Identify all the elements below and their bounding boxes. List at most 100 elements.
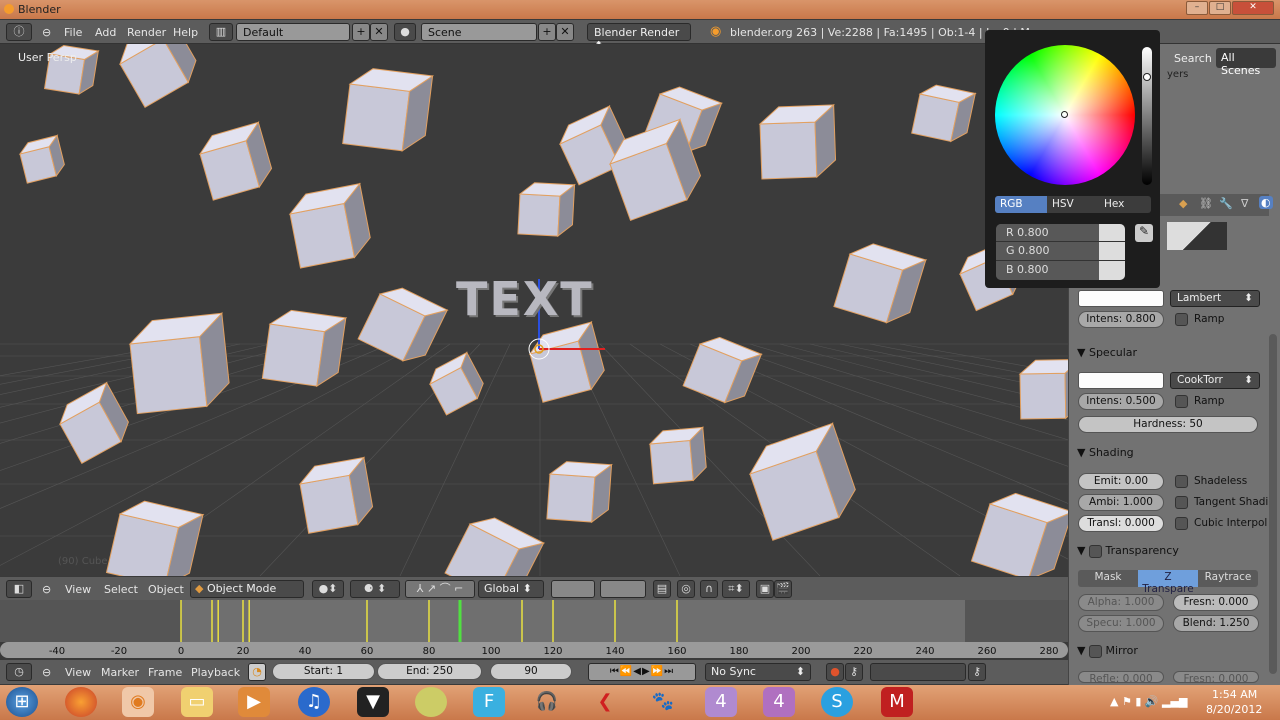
maximize-button[interactable]: □ bbox=[1209, 1, 1231, 15]
render-opengl-icon[interactable]: ▣ bbox=[756, 580, 774, 598]
cube-object[interactable] bbox=[113, 44, 204, 108]
mirror-header[interactable]: ▼ Mirror bbox=[1077, 644, 1138, 658]
menu-playback[interactable]: Playback bbox=[191, 666, 240, 679]
lock-layers-icon[interactable]: ▤ bbox=[653, 580, 671, 598]
menu-view[interactable]: View bbox=[65, 666, 91, 679]
skype-icon[interactable]: S bbox=[821, 687, 853, 717]
preview-range-icon[interactable]: ◔ bbox=[248, 663, 266, 681]
cube-object[interactable] bbox=[196, 121, 275, 201]
cube-object[interactable] bbox=[546, 461, 613, 524]
emit-field[interactable]: Emit: 0.00 bbox=[1078, 473, 1164, 490]
3d-viewport[interactable]: User Persp TEXT (90) Cube bbox=[0, 44, 1068, 576]
hardness-field[interactable]: Hardness: 50 bbox=[1078, 416, 1258, 433]
scene-field[interactable]: Scene bbox=[421, 23, 537, 41]
collapse-icon[interactable]: ⊖ bbox=[42, 26, 51, 39]
diffuse-ramp-checkbox[interactable] bbox=[1175, 313, 1188, 326]
mcafee-icon[interactable]: M bbox=[881, 687, 913, 717]
viewport-shading-icon[interactable]: ●⬍ bbox=[312, 580, 344, 598]
cube-object[interactable] bbox=[970, 487, 1068, 576]
mirror-checkbox[interactable] bbox=[1088, 644, 1102, 658]
scene-icon[interactable]: ● bbox=[394, 23, 416, 41]
menu-view[interactable]: View bbox=[65, 583, 91, 596]
outliner-filter-select[interactable]: All Scenes bbox=[1216, 48, 1276, 77]
cube-object[interactable] bbox=[342, 66, 434, 153]
transparency-checkbox[interactable] bbox=[1088, 544, 1102, 558]
transparency-fresnel-field[interactable]: Fresn: 0.000 bbox=[1173, 594, 1259, 611]
object-tab-icon[interactable]: ◆ bbox=[1179, 197, 1187, 210]
tab-rgb[interactable]: RGB bbox=[995, 196, 1047, 213]
sync-mode-select[interactable]: No Sync ⬍ bbox=[705, 663, 811, 681]
outliner-search[interactable]: Search bbox=[1174, 52, 1212, 65]
cube-object[interactable] bbox=[425, 351, 488, 416]
menu-render[interactable]: Render bbox=[127, 26, 166, 39]
explorer-icon[interactable]: ▭ bbox=[181, 687, 213, 717]
snap-icon[interactable]: ∩ bbox=[700, 580, 718, 598]
transparency-header[interactable]: ▼ Transparency bbox=[1077, 544, 1179, 558]
manipulator-icons[interactable]: ⅄ ↗ ⌒ ⌐ bbox=[405, 580, 475, 598]
diffuse-shader-select[interactable]: Lambert ⬍ bbox=[1170, 290, 1260, 307]
app-icon-4b[interactable]: 4 bbox=[763, 687, 795, 717]
media-player-icon[interactable]: ▶ bbox=[238, 687, 270, 717]
mode-z-transparency[interactable]: Z Transpare bbox=[1138, 570, 1198, 595]
add-screen-button[interactable]: + bbox=[352, 23, 370, 41]
snap-element-icon[interactable]: ⌗⬍ bbox=[722, 580, 750, 598]
gimp-icon[interactable]: 🐾 bbox=[647, 687, 679, 717]
menu-frame[interactable]: Frame bbox=[148, 666, 182, 679]
start-frame-field[interactable]: Start: 1 bbox=[272, 663, 375, 680]
system-tray-icons[interactable]: ▲ ⚑ ▮ 🔊 ▂▄▆ bbox=[1110, 695, 1187, 708]
hue-saturation-wheel[interactable] bbox=[995, 45, 1135, 185]
transform-orientation-select[interactable]: Global ⬍ bbox=[478, 580, 544, 598]
ambient-slider[interactable]: Ambi: 1.000 bbox=[1078, 494, 1164, 511]
record-icon[interactable]: ● bbox=[826, 663, 844, 681]
cube-object[interactable] bbox=[18, 134, 67, 184]
material-tab-icon[interactable]: ◐ bbox=[1259, 196, 1273, 209]
tab-hex[interactable]: Hex bbox=[1099, 196, 1151, 213]
screen-layout-field[interactable]: Default bbox=[236, 23, 350, 41]
end-frame-field[interactable]: End: 250 bbox=[377, 663, 482, 680]
delete-screen-button[interactable]: ✕ bbox=[370, 23, 388, 41]
blender-taskbar-icon[interactable]: ◉ bbox=[122, 687, 154, 717]
red-slider[interactable]: R 0.800 bbox=[996, 224, 1125, 242]
keying-set-field[interactable] bbox=[870, 663, 966, 681]
alpha-slider[interactable]: Alpha: 1.000 bbox=[1078, 594, 1164, 611]
modifier-tab-icon[interactable]: 🔧 bbox=[1219, 197, 1233, 210]
render-engine-select[interactable]: Blender Render ⬍ bbox=[587, 23, 691, 52]
audacity-icon[interactable]: 🎧 bbox=[531, 687, 563, 717]
cube-object[interactable] bbox=[53, 381, 134, 465]
cube-object[interactable] bbox=[297, 456, 375, 534]
frame-ruler[interactable]: -40 -20 0 20 40 60 80 100 120 140 160 180 200 220 240 2… bbox=[0, 642, 1068, 658]
editor-type-3d-icon[interactable]: ◧ bbox=[6, 580, 32, 598]
diffuse-intensity-slider[interactable]: Intens: 0.800 bbox=[1078, 311, 1164, 328]
value-slider-handle[interactable] bbox=[1143, 72, 1151, 81]
diffuse-color-swatch[interactable] bbox=[1078, 290, 1164, 307]
cube-object[interactable] bbox=[758, 103, 837, 180]
reflectivity-slider[interactable]: Refle: 0.000 bbox=[1078, 671, 1164, 683]
timeline-area[interactable] bbox=[0, 600, 1068, 642]
shadeless-checkbox[interactable] bbox=[1175, 475, 1188, 488]
layers-grid-1[interactable] bbox=[551, 580, 595, 598]
screen-layout-icon[interactable]: ▥ bbox=[209, 23, 233, 41]
constraints-tab-icon[interactable]: ⛓ bbox=[1199, 197, 1213, 210]
blue-slider[interactable]: B 0.800 bbox=[996, 261, 1125, 280]
cube-object[interactable] bbox=[682, 331, 763, 408]
tab-hsv[interactable]: HSV bbox=[1047, 196, 1099, 213]
cube-object[interactable] bbox=[833, 238, 928, 328]
fresnel-blend-slider[interactable]: Blend: 1.250 bbox=[1173, 615, 1259, 632]
mode-raytrace[interactable]: Raytrace bbox=[1198, 570, 1258, 587]
cube-object[interactable] bbox=[911, 82, 977, 144]
close-button[interactable]: ✕ bbox=[1232, 1, 1274, 15]
playback-controls[interactable]: ⏮⏪◀▶⏩⏭ bbox=[588, 663, 696, 681]
cube-object[interactable] bbox=[648, 426, 707, 485]
itunes-icon[interactable]: ♫ bbox=[298, 687, 330, 717]
firefox-icon[interactable] bbox=[65, 687, 97, 717]
specular-ramp-checkbox[interactable] bbox=[1175, 395, 1188, 408]
editor-type-info-icon[interactable]: ⓘ bbox=[6, 23, 32, 41]
delete-scene-button[interactable]: ✕ bbox=[556, 23, 574, 41]
menu-marker[interactable]: Marker bbox=[101, 666, 139, 679]
menu-select[interactable]: Select bbox=[104, 583, 138, 596]
cubic-interpolation-checkbox[interactable] bbox=[1175, 517, 1188, 530]
cube-object[interactable] bbox=[444, 509, 546, 576]
editor-type-timeline-icon[interactable]: ◷ bbox=[6, 663, 32, 681]
cube-object[interactable] bbox=[1018, 358, 1068, 420]
translucency-slider[interactable]: Transl: 0.000 bbox=[1078, 515, 1164, 532]
